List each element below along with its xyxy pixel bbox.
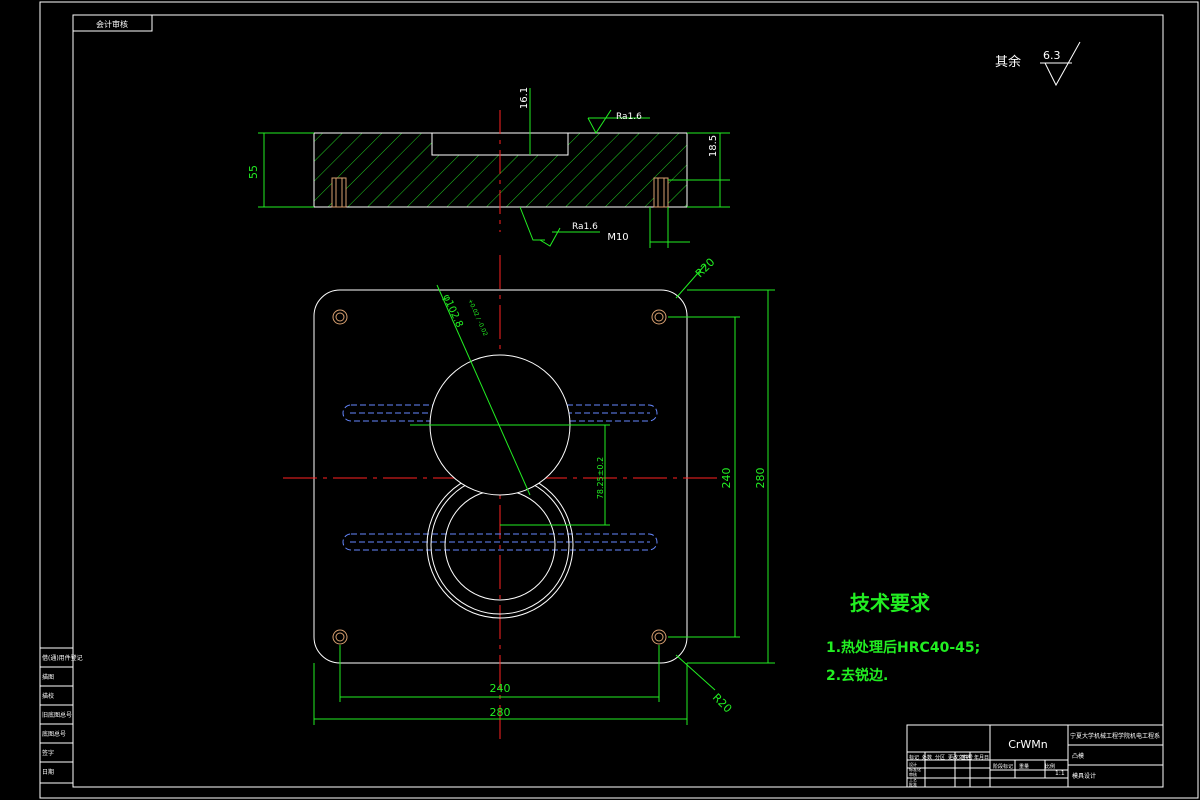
svg-text:16.1: 16.1: [519, 87, 530, 109]
title-mid-label: 比例: [1045, 763, 1055, 770]
svg-text:280: 280: [754, 468, 767, 489]
title-mid-label: 阶段标记: [993, 763, 1013, 770]
technical-notes: 技术要求 1.热处理后HRC40-45; 2.去锐边.: [826, 591, 980, 684]
svg-text:R20: R20: [693, 256, 717, 280]
svg-text:M10: M10: [607, 232, 628, 243]
svg-text:1:1: 1:1: [1055, 770, 1065, 777]
svg-text:Ra1.6: Ra1.6: [572, 222, 598, 232]
title-row-label: 分区: [935, 754, 945, 761]
surface-finish-symbol: 其余 6.3: [995, 41, 1081, 87]
svg-text:宁夏大学机械工程学院机电工程系: 宁夏大学机械工程学院机电工程系: [1070, 732, 1160, 740]
svg-text:凸模: 凸模: [1072, 752, 1084, 760]
left-strip: 借(通)用件登记描图描校旧底图总号底图总号签字日期: [39, 647, 83, 784]
drawing-canvas: 会计审核 借(通)用件登记描图描校旧底图总号底图总号签字日期 其余 6.3 55…: [39, 1, 1199, 799]
title-row-label: 处数: [922, 754, 932, 761]
svg-text:φ102.8: φ102.8: [440, 293, 464, 330]
svg-text:会计审核: 会计审核: [96, 19, 128, 29]
svg-text:Ra1.6: Ra1.6: [616, 112, 642, 122]
left-strip-label: 签字: [42, 749, 54, 757]
svg-text:2.去锐边.: 2.去锐边.: [826, 667, 888, 684]
svg-text:1.热处理后HRC40-45;: 1.热处理后HRC40-45;: [826, 639, 980, 656]
title-row-label: 标记: [909, 754, 919, 761]
left-strip-label: 日期: [42, 768, 54, 776]
svg-text:CrWMn: CrWMn: [1008, 738, 1048, 751]
svg-text:R20: R20: [710, 691, 734, 715]
svg-text:+0.02 / -0.02: +0.02 / -0.02: [466, 298, 489, 337]
title-row-label: 签名: [961, 754, 971, 761]
left-strip-label: 旧底图总号: [42, 711, 72, 719]
left-strip-label: 描校: [42, 692, 54, 700]
title-row-label: 年月日: [974, 754, 989, 761]
svg-text:6.3: 6.3: [1043, 49, 1061, 62]
threaded-hole-right: [653, 177, 669, 208]
svg-text:280: 280: [490, 706, 511, 719]
left-strip-label: 借(通)用件登记: [42, 654, 83, 662]
left-strip-label: 描图: [42, 673, 54, 681]
title-bottom-label: 批准: [909, 781, 917, 787]
svg-text:模具设计: 模具设计: [1072, 772, 1096, 780]
svg-text:78.25±0.2: 78.25±0.2: [596, 457, 605, 499]
svg-text:其余: 其余: [995, 54, 1021, 70]
left-strip-label: 底图总号: [42, 730, 66, 738]
svg-text:240: 240: [720, 468, 733, 489]
threaded-hole-left: [331, 177, 347, 208]
svg-text:240: 240: [490, 682, 511, 695]
title-mid-label: 重量: [1019, 763, 1029, 770]
plan-view: [283, 255, 720, 740]
top-left-box: 会计审核: [72, 14, 153, 32]
svg-text:55: 55: [247, 165, 260, 179]
section-view: [313, 110, 688, 232]
svg-text:18.5: 18.5: [708, 135, 719, 157]
plan-dimensions: [313, 264, 775, 725]
svg-text:技术要求: 技术要求: [850, 591, 931, 615]
